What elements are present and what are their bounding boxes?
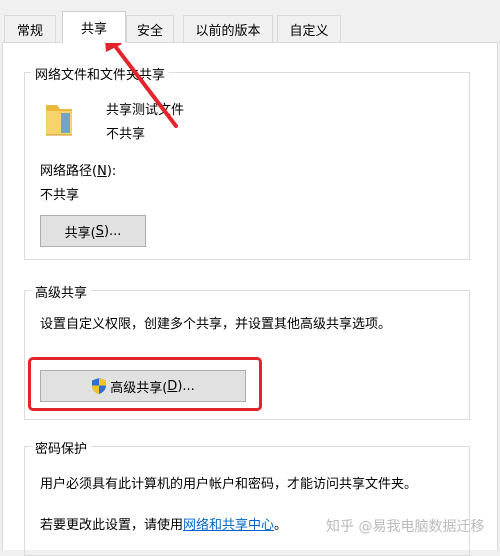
share-button[interactable]: 共享(S)... <box>40 215 146 247</box>
password-protection-title: 密码保护 <box>31 438 92 457</box>
password-protection-description: 用户必须具有此计算机的用户帐户和密码，才能访问共享文件夹。 <box>40 477 418 492</box>
password-protection-group: 密码保护 <box>24 438 470 556</box>
advanced-sharing-description: 设置自定义权限，创建多个共享，并设置其他高级共享选项。 <box>40 317 392 332</box>
network-sharing-center-link[interactable]: 网络和共享中心 <box>183 518 274 533</box>
tab-customize[interactable]: 自定义 <box>277 15 341 42</box>
tab-sharing[interactable]: 共享 <box>62 11 126 43</box>
network-path-label: 网络路径(N): <box>40 164 117 179</box>
advanced-sharing-title: 高级共享 <box>31 282 92 301</box>
folder-status: 不共享 <box>106 127 146 142</box>
network-path-value: 不共享 <box>40 188 80 203</box>
tab-previous-versions[interactable]: 以前的版本 <box>183 15 273 42</box>
password-change-hint: 若要更改此设置，请使用网络和共享中心。 <box>40 518 288 533</box>
tab-security[interactable]: 安全 <box>126 15 174 42</box>
watermark: 知乎 @易我电脑数据迁移 <box>326 519 485 535</box>
network-sharing-title: 网络文件和文件夹共享 <box>31 64 170 83</box>
annotation-highlight-box <box>28 357 262 411</box>
tab-general[interactable]: 常规 <box>4 15 56 42</box>
folder-icon <box>43 99 75 139</box>
tab-bar: 常规 共享 安全 以前的版本 自定义 <box>0 0 500 43</box>
folder-name: 共享测试文件 <box>106 103 185 118</box>
